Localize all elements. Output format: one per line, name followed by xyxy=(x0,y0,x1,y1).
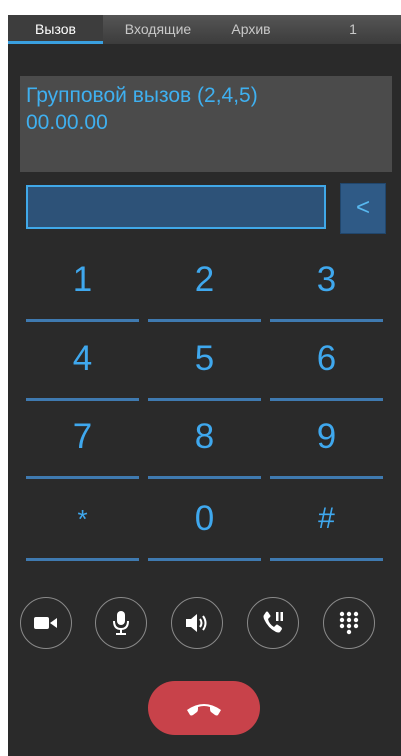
key-label: 1 xyxy=(72,260,93,299)
tab-bar: Вызов Входящие Архив 1 xyxy=(8,15,401,44)
hold-button[interactable] xyxy=(247,597,299,649)
call-timer: 00.00.00 xyxy=(26,111,108,134)
video-button[interactable] xyxy=(20,597,72,649)
key-hash[interactable]: # xyxy=(270,489,383,561)
microphone-icon xyxy=(113,611,129,635)
key-8[interactable]: 8 xyxy=(148,407,261,479)
dial-number-input[interactable] xyxy=(26,185,326,229)
key-label: * xyxy=(77,504,88,534)
speaker-button[interactable] xyxy=(171,597,223,649)
key-label: 6 xyxy=(316,339,337,378)
phone-app: Вызов Входящие Архив 1 Групповой вызов (… xyxy=(8,15,401,756)
backspace-button[interactable]: < xyxy=(340,183,386,234)
key-0[interactable]: 0 xyxy=(148,489,261,561)
key-1[interactable]: 1 xyxy=(26,250,139,322)
key-5[interactable]: 5 xyxy=(148,329,261,401)
dialpad-icon xyxy=(339,611,359,635)
tab-incoming[interactable]: Входящие xyxy=(108,15,208,44)
microphone-button[interactable] xyxy=(95,597,147,649)
key-label: 8 xyxy=(194,417,215,456)
phone-hangup-icon xyxy=(187,704,221,716)
call-title: Групповой вызов (2,4,5) xyxy=(26,84,258,107)
call-info-panel: Групповой вызов (2,4,5) 00.00.00 xyxy=(20,76,392,172)
key-label: # xyxy=(318,502,335,535)
key-label: 7 xyxy=(72,417,93,456)
key-label: 5 xyxy=(194,339,215,378)
hangup-button[interactable] xyxy=(148,681,260,735)
key-9[interactable]: 9 xyxy=(270,407,383,479)
tab-archive[interactable]: Архив xyxy=(216,15,286,44)
dialpad-button[interactable] xyxy=(323,597,375,649)
video-camera-icon xyxy=(34,617,57,629)
key-label: 3 xyxy=(316,260,337,299)
call-hold-icon xyxy=(263,611,283,633)
speaker-icon xyxy=(186,614,207,632)
key-label: 4 xyxy=(72,339,93,378)
tab-call[interactable]: Вызов xyxy=(8,15,103,44)
key-label: 2 xyxy=(194,260,215,299)
tab-count[interactable]: 1 xyxy=(338,15,368,44)
key-3[interactable]: 3 xyxy=(270,250,383,322)
key-2[interactable]: 2 xyxy=(148,250,261,322)
key-4[interactable]: 4 xyxy=(26,329,139,401)
key-6[interactable]: 6 xyxy=(270,329,383,401)
key-star[interactable]: * xyxy=(26,489,139,561)
key-7[interactable]: 7 xyxy=(26,407,139,479)
key-label: 0 xyxy=(194,499,215,538)
key-label: 9 xyxy=(316,417,337,456)
